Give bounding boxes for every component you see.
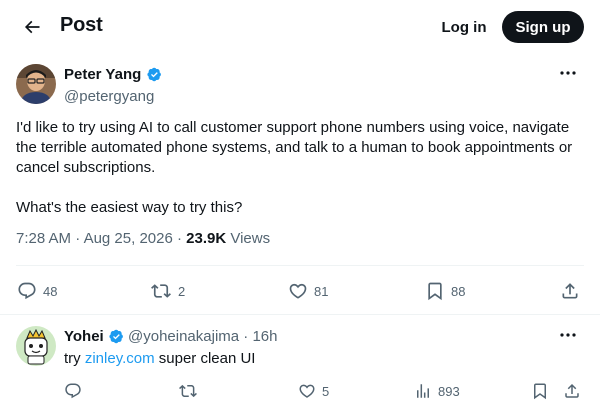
divider <box>0 314 600 315</box>
repost-count: 2 <box>178 283 186 299</box>
reply-text: try zinley.com super clean UI <box>64 350 255 367</box>
page-title: Post <box>60 14 103 36</box>
more-options-button[interactable] <box>556 326 580 344</box>
reply-link[interactable]: zinley.com <box>85 350 155 367</box>
like-count: 5 <box>322 383 330 399</box>
reply-button[interactable] <box>64 382 82 400</box>
reply-text-after: super clean UI <box>154 350 256 367</box>
views-count: 23.9K <box>186 230 227 247</box>
author-name[interactable]: Peter Yang <box>64 66 141 83</box>
divider <box>16 265 584 266</box>
tweet-time[interactable]: 7:28 AM <box>16 230 71 247</box>
avatar[interactable] <box>16 64 56 104</box>
views-label: Views <box>230 230 271 247</box>
reply-avatar-image <box>16 326 56 366</box>
reply-author-handle[interactable]: @yoheinakajima <box>128 328 239 345</box>
login-button[interactable]: Log in <box>430 11 498 43</box>
like-button[interactable]: 81 <box>288 281 328 301</box>
more-icon <box>560 333 576 337</box>
author-avatar-image <box>16 64 56 104</box>
views-button[interactable]: 893 <box>414 382 460 400</box>
avatar[interactable] <box>16 326 56 366</box>
reply-count: 48 <box>43 283 58 299</box>
share-icon <box>562 283 578 299</box>
like-count: 81 <box>314 283 329 299</box>
like-button[interactable]: 5 <box>298 382 329 400</box>
meta-separator: · <box>75 230 81 247</box>
tweet-meta: 7:28 AM · Aug 25, 2026 · 23.9K Views <box>16 230 270 247</box>
verified-badge-icon <box>109 329 123 344</box>
back-arrow-icon <box>24 20 40 34</box>
bookmark-button[interactable] <box>531 382 549 400</box>
tweet-text: I'd like to try using AI to call custome… <box>16 119 573 216</box>
top-header: Post Log in Sign up <box>0 0 600 53</box>
meta-separator: · <box>243 328 249 345</box>
tweet-date[interactable]: Aug 25, 2026 <box>84 230 173 247</box>
like-icon <box>299 384 315 398</box>
bookmark-button[interactable]: 88 <box>425 281 465 301</box>
back-button[interactable] <box>16 11 48 43</box>
reply-text-before: try <box>64 350 85 367</box>
bookmark-count: 88 <box>451 283 466 299</box>
more-icon <box>560 71 576 75</box>
reply-author-name[interactable]: Yohei <box>64 328 104 345</box>
repost-icon <box>179 384 197 398</box>
reply-time[interactable]: 16h <box>252 328 277 345</box>
meta-separator: · <box>176 230 182 247</box>
author-handle[interactable]: @petergyang <box>64 88 154 105</box>
bookmark-icon <box>428 282 442 301</box>
reply-icon <box>65 383 81 399</box>
share-icon <box>565 383 579 398</box>
share-button[interactable] <box>563 382 581 400</box>
more-options-button[interactable] <box>556 64 580 82</box>
repost-button[interactable] <box>178 382 198 400</box>
signup-button[interactable]: Sign up <box>502 11 584 43</box>
reply-button[interactable]: 48 <box>17 281 57 301</box>
repost-icon <box>151 284 171 298</box>
share-button[interactable] <box>560 281 580 301</box>
verified-badge-icon <box>147 67 161 82</box>
views-icon <box>417 384 429 398</box>
like-icon <box>289 283 307 299</box>
views-count: 893 <box>438 383 460 399</box>
repost-button[interactable]: 2 <box>150 281 185 301</box>
bookmark-icon <box>534 383 546 400</box>
reply-meta: @yoheinakajima · 16h <box>128 328 278 345</box>
reply-icon <box>18 282 36 300</box>
